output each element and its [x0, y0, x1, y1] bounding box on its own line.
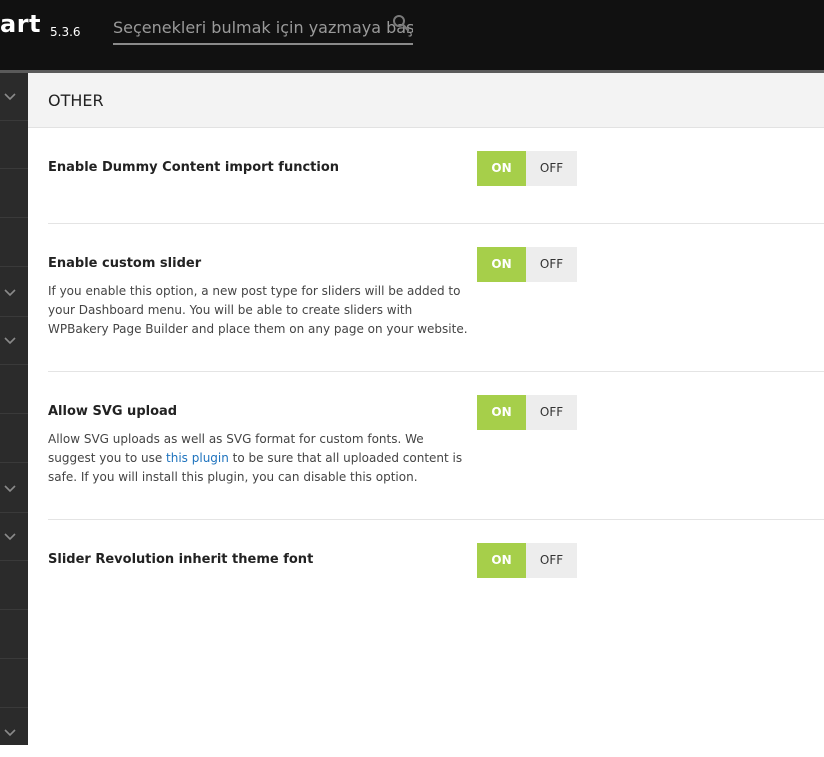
settings-panel: OTHER Enable Dummy Content import functi… [28, 73, 824, 745]
search-icon[interactable] [392, 14, 410, 32]
option-label: Enable custom slider [48, 256, 202, 271]
sidebar-item[interactable] [0, 513, 28, 561]
option-label: Allow SVG upload [48, 404, 178, 419]
this-plugin-link[interactable]: this plugin [166, 451, 229, 465]
sidebar-item[interactable] [0, 611, 28, 659]
toggle-off-button[interactable]: OFF [526, 247, 577, 282]
sidebar-item[interactable] [0, 562, 28, 610]
toggle-on-button[interactable]: ON [477, 247, 526, 282]
sidebar [0, 73, 28, 745]
sidebar-item[interactable] [0, 269, 28, 317]
sidebar-item[interactable] [0, 317, 28, 365]
option-label: Enable Dummy Content import function [48, 160, 340, 175]
toggle-on-button[interactable]: ON [477, 151, 526, 186]
sidebar-item[interactable] [0, 415, 28, 463]
search-box [113, 13, 413, 45]
divider [48, 371, 824, 372]
toggle-off-button[interactable]: OFF [526, 543, 577, 578]
custom-slider-toggle[interactable]: ON OFF [477, 247, 577, 282]
sidebar-item[interactable] [0, 465, 28, 513]
toggle-on-button[interactable]: ON [477, 395, 526, 430]
chevron-down-icon [3, 89, 17, 103]
sidebar-item[interactable] [0, 366, 28, 414]
sidebar-item[interactable] [0, 660, 28, 708]
option-description: Allow SVG uploads as well as SVG format … [48, 430, 468, 487]
section-title: OTHER [48, 91, 104, 110]
search-input[interactable] [113, 13, 413, 41]
svg-upload-toggle[interactable]: ON OFF [477, 395, 577, 430]
brand-logo: art [0, 10, 42, 38]
section-header: OTHER [28, 73, 824, 128]
chevron-down-icon [3, 285, 17, 299]
chevron-down-icon [3, 725, 17, 739]
slider-revolution-font-toggle[interactable]: ON OFF [477, 543, 577, 578]
sidebar-item[interactable] [0, 73, 28, 121]
option-label: Slider Revolution inherit theme font [48, 552, 314, 567]
sidebar-item[interactable] [0, 170, 28, 218]
divider [48, 223, 824, 224]
chevron-down-icon [3, 333, 17, 347]
top-bar: art 5.3.6 [0, 0, 824, 70]
chevron-down-icon [3, 481, 17, 495]
option-description: If you enable this option, a new post ty… [48, 284, 468, 336]
dummy-content-toggle[interactable]: ON OFF [477, 151, 577, 186]
chevron-down-icon [3, 529, 17, 543]
version-label: 5.3.6 [50, 25, 81, 39]
toggle-on-button[interactable]: ON [477, 543, 526, 578]
toggle-off-button[interactable]: OFF [526, 395, 577, 430]
sidebar-item[interactable] [0, 709, 28, 757]
toggle-off-button[interactable]: OFF [526, 151, 577, 186]
sidebar-item[interactable] [0, 121, 28, 169]
sidebar-item[interactable] [0, 219, 28, 267]
divider [48, 519, 824, 520]
